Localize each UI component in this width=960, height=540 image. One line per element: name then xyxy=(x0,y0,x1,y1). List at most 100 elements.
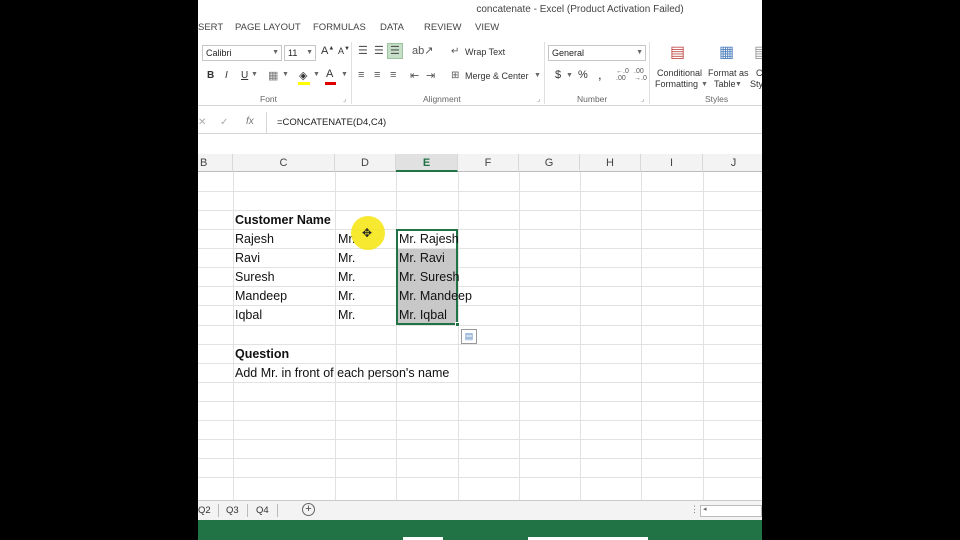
name-cell[interactable]: Mandeep xyxy=(235,287,287,306)
conditional-formatting-label-2[interactable]: Formatting xyxy=(655,79,698,89)
column-header-f[interactable]: F xyxy=(458,154,519,172)
merge-center-icon[interactable]: ⊞ xyxy=(451,70,459,81)
tab-view[interactable]: VIEW xyxy=(475,22,499,33)
name-cell[interactable]: Ravi xyxy=(235,249,260,268)
increase-decimal-icon[interactable]: ←.0.00 xyxy=(616,68,629,82)
prefix-cell[interactable]: Mr. xyxy=(338,306,355,325)
font-size-select[interactable]: 11 ▼ xyxy=(284,45,316,61)
result-cell[interactable]: Mr. Rajesh xyxy=(399,230,459,249)
gridline xyxy=(198,477,762,478)
font-dialog-launcher-icon[interactable]: ⌟ xyxy=(343,95,346,103)
decrease-font-icon[interactable]: A▼ xyxy=(338,46,350,56)
name-cell[interactable]: Iqbal xyxy=(235,306,262,325)
column-header-d[interactable]: D xyxy=(335,154,396,172)
align-top-icon[interactable]: ☰ xyxy=(358,44,368,57)
enter-icon[interactable]: ✓ xyxy=(220,117,228,128)
wrap-text-icon[interactable]: ↵ xyxy=(451,46,459,57)
format-as-table-label-1[interactable]: Format as xyxy=(708,68,749,78)
number-format-select[interactable]: General ▼ xyxy=(548,45,646,61)
insert-function-icon[interactable]: fx xyxy=(246,116,254,127)
prefix-cell[interactable]: Mr. xyxy=(338,287,355,306)
cell-styles-label-1[interactable]: C xyxy=(756,68,762,78)
add-sheet-icon[interactable]: + xyxy=(302,503,315,516)
format-as-table-icon[interactable]: ▦ xyxy=(719,42,734,62)
align-left-icon[interactable]: ≡ xyxy=(358,69,364,81)
column-header-e[interactable]: E xyxy=(396,154,458,172)
sheet-tab[interactable]: Q3 xyxy=(226,505,239,516)
column-header-c[interactable]: C xyxy=(233,154,335,172)
merge-center-button[interactable]: Merge & Center xyxy=(465,71,529,81)
wrap-text-button[interactable]: Wrap Text xyxy=(465,47,505,57)
currency-button[interactable]: $ xyxy=(555,69,561,81)
window-title: concatenate - Excel (Product Activation … xyxy=(476,4,684,15)
increase-font-icon[interactable]: A▲ xyxy=(321,45,334,57)
question-text[interactable]: Add Mr. in front of each person's name xyxy=(235,364,449,383)
comma-button[interactable]: , xyxy=(598,67,602,82)
align-middle-icon[interactable]: ☰ xyxy=(374,44,384,57)
name-cell[interactable]: Rajesh xyxy=(235,230,274,249)
fill-color-icon[interactable]: ◈ xyxy=(299,69,307,82)
chevron-down-icon[interactable]: ▼ xyxy=(282,71,289,78)
tab-formulas[interactable]: FORMULAS xyxy=(313,22,366,33)
horizontal-scrollbar[interactable]: ◂ xyxy=(700,505,762,517)
font-name-select[interactable]: Calibri ▼ xyxy=(202,45,282,61)
underline-button[interactable]: U xyxy=(241,70,248,81)
cancel-icon[interactable]: ✕ xyxy=(198,117,206,128)
name-cell[interactable]: Suresh xyxy=(235,268,275,287)
chevron-down-icon[interactable]: ▼ xyxy=(341,71,348,78)
customer-name-header[interactable]: Customer Name xyxy=(235,211,331,230)
tab-page-layout[interactable]: PAGE LAYOUT xyxy=(235,22,301,33)
spreadsheet-grid[interactable]: B C D E F G H I J Customer Name Rajesh R… xyxy=(198,154,762,502)
format-as-table-label-2[interactable]: Table xyxy=(714,79,736,89)
alignment-dialog-launcher-icon[interactable]: ⌟ xyxy=(537,95,540,103)
sheet-tab[interactable]: Q2 xyxy=(198,505,211,516)
chevron-down-icon[interactable]: ▼ xyxy=(735,81,742,88)
tab-divider xyxy=(218,504,219,517)
bold-button[interactable]: B xyxy=(207,70,214,81)
column-header-b[interactable]: B xyxy=(198,154,233,172)
result-cell[interactable]: Mr. Suresh xyxy=(399,268,459,287)
sheet-tab[interactable]: Q4 xyxy=(256,505,269,516)
chevron-down-icon[interactable]: ▼ xyxy=(534,72,541,79)
align-center-icon[interactable]: ≡ xyxy=(374,69,380,81)
chevron-down-icon[interactable]: ▼ xyxy=(313,71,320,78)
decrease-decimal-icon[interactable]: .00 →.0 xyxy=(634,68,647,82)
column-header-i[interactable]: I xyxy=(641,154,703,172)
prefix-cell[interactable]: Mr. xyxy=(338,249,355,268)
cell-styles-icon[interactable]: ▤ xyxy=(754,42,762,62)
tab-data[interactable]: DATA xyxy=(380,22,404,33)
number-dialog-launcher-icon[interactable]: ⌟ xyxy=(641,95,644,103)
italic-button[interactable]: I xyxy=(225,70,228,81)
increase-indent-icon[interactable]: ⇥ xyxy=(426,69,435,82)
title-bar: concatenate - Excel (Product Activation … xyxy=(198,0,762,20)
prefix-cell[interactable]: Mr. xyxy=(338,268,355,287)
more-options-icon[interactable]: ⋮ xyxy=(690,504,699,515)
percent-button[interactable]: % xyxy=(578,69,588,81)
borders-icon[interactable]: ▦ xyxy=(268,69,278,82)
chevron-down-icon: ▼ xyxy=(306,49,313,56)
orientation-icon[interactable]: ab↗ xyxy=(412,44,433,57)
ribbon-tabs: SERT PAGE LAYOUT FORMULAS DATA REVIEW VI… xyxy=(198,20,762,36)
result-cell[interactable]: Mr. Mandeep xyxy=(399,287,472,306)
cell-styles-label-2[interactable]: Sty xyxy=(750,79,762,89)
question-label[interactable]: Question xyxy=(235,345,289,364)
tab-review[interactable]: REVIEW xyxy=(424,22,461,33)
column-header-g[interactable]: G xyxy=(519,154,580,172)
tab-insert[interactable]: SERT xyxy=(198,22,223,33)
scroll-left-icon[interactable]: ◂ xyxy=(703,505,707,513)
column-header-h[interactable]: H xyxy=(580,154,641,172)
formula-input[interactable]: =CONCATENATE(D4,C4) xyxy=(277,117,386,128)
conditional-formatting-icon[interactable]: ▤ xyxy=(670,42,685,62)
conditional-formatting-label-1[interactable]: Conditional xyxy=(657,68,702,78)
chevron-down-icon[interactable]: ▼ xyxy=(701,81,708,88)
align-right-icon[interactable]: ≡ xyxy=(390,69,396,81)
column-header-j[interactable]: J xyxy=(703,154,762,172)
result-cell[interactable]: Mr. Iqbal xyxy=(399,306,447,325)
chevron-down-icon[interactable]: ▼ xyxy=(251,71,258,78)
chevron-down-icon[interactable]: ▼ xyxy=(566,72,573,79)
result-cell[interactable]: Mr. Ravi xyxy=(399,249,445,268)
fill-handle[interactable] xyxy=(455,322,460,327)
font-color-icon[interactable]: A xyxy=(326,68,333,80)
quick-analysis-icon[interactable]: ▤ xyxy=(461,329,477,344)
decrease-indent-icon[interactable]: ⇤ xyxy=(410,69,419,82)
